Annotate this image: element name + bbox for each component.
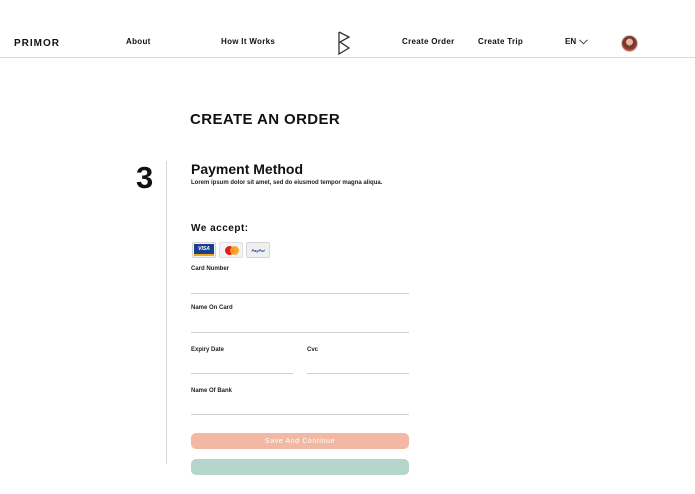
step-divider [166,161,167,464]
top-navbar: PRIMOR About How It Works Create Order C… [0,0,695,58]
accepted-payments-title: We accept: [191,223,249,234]
nav-link-create-trip[interactable]: Create Trip [478,37,523,46]
visa-icon: VISA [192,242,216,258]
primor-logo-icon[interactable] [336,31,352,55]
expiry-date-label: Expiry Date [191,347,225,353]
brand-name[interactable]: PRIMOR [14,38,60,49]
page-title: CREATE AN ORDER [190,111,341,128]
bank-name-input[interactable] [191,401,409,415]
cvc-input[interactable] [307,360,409,374]
name-on-card-input[interactable] [191,319,409,333]
language-selector[interactable]: EN [565,37,588,46]
save-and-continue-button[interactable]: Save And Continue [191,433,409,449]
bank-name-label: Name Of Bank [191,388,233,394]
card-number-input[interactable] [191,280,409,294]
expiry-date-input[interactable] [191,360,293,374]
secondary-action-button[interactable] [191,459,409,475]
nav-link-about[interactable]: About [126,37,151,46]
user-avatar[interactable] [621,35,638,52]
section-title: Payment Method [191,161,304,177]
paypal-icon: PayPal [246,242,270,258]
chevron-down-icon [579,38,588,44]
mastercard-icon [219,242,243,258]
cvc-label: Cvc [307,347,319,353]
nav-link-create-order[interactable]: Create Order [402,37,455,46]
accepted-payment-logos: VISA PayPal [192,242,270,258]
visa-wordmark: VISA [194,244,214,256]
language-label: EN [565,37,577,46]
step-number: 3 [136,160,154,195]
name-on-card-label: Name On Card [191,305,233,311]
section-description: Lorem ipsum dolor sit amet, sed do eiusm… [191,180,383,186]
card-number-label: Card Number [191,266,230,272]
nav-link-how-it-works[interactable]: How It Works [221,37,275,46]
